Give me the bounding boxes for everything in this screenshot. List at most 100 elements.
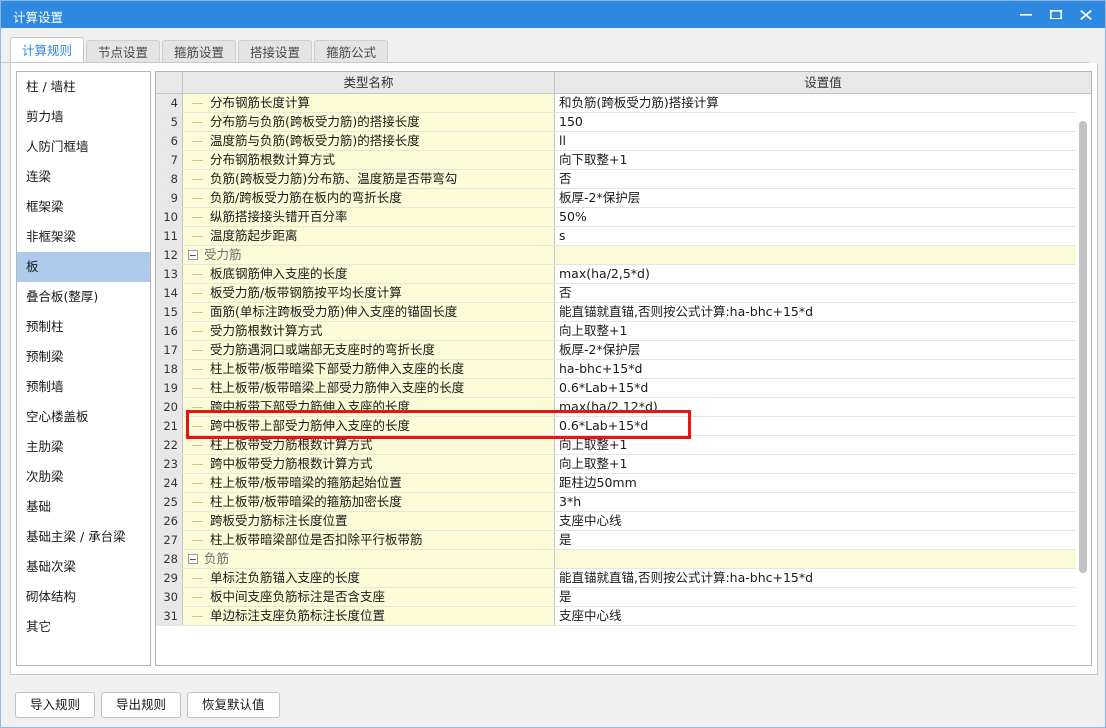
setting-value-cell[interactable]: 否 <box>555 284 1091 302</box>
setting-value-cell[interactable]: 50% <box>555 208 1091 226</box>
setting-value-cell[interactable]: max(ha/2,5*d) <box>555 265 1091 283</box>
export-rules-button[interactable]: 导出规则 <box>101 692 182 718</box>
type-name-cell[interactable]: 跨中板带下部受力筋伸入支座的长度 <box>183 398 555 416</box>
type-name-cell[interactable]: 负筋/跨板受力筋在板内的弯折长度 <box>183 189 555 207</box>
table-row[interactable]: 19 柱上板带/板带暗梁上部受力筋伸入支座的长度 0.6*Lab+15*d <box>156 379 1091 398</box>
table-row[interactable]: 18 柱上板带/板带暗梁下部受力筋伸入支座的长度 ha-bhc+15*d <box>156 360 1091 379</box>
table-row[interactable]: 20 跨中板带下部受力筋伸入支座的长度 max(ha/2,12*d) <box>156 398 1091 417</box>
setting-value-cell[interactable]: 否 <box>555 170 1091 188</box>
table-row[interactable]: 29 单标注负筋锚入支座的长度 能直锚就直锚,否则按公式计算:ha-bhc+15*d <box>156 569 1091 588</box>
type-name-cell[interactable]: 受力筋遇洞口或端部无支座时的弯折长度 <box>183 341 555 359</box>
type-name-cell[interactable]: 受力筋 <box>183 246 555 264</box>
setting-value-cell[interactable]: 能直锚就直锚,否则按公式计算:ha-bhc+15*d <box>555 303 1091 321</box>
table-row[interactable]: 24 柱上板带/板带暗梁的箍筋起始位置 距柱边50mm <box>156 474 1091 493</box>
collapse-minus-icon[interactable] <box>188 554 198 564</box>
tab-0[interactable]: 计算规则 <box>10 37 85 63</box>
sidebar-item-8[interactable]: 预制柱 <box>17 312 150 342</box>
scrollbar-thumb[interactable] <box>1079 121 1087 573</box>
setting-value-cell[interactable]: 向上取整+1 <box>555 436 1091 454</box>
setting-value-cell[interactable]: 是 <box>555 531 1091 549</box>
table-row[interactable]: 11 温度筋起步距离 s <box>156 227 1091 246</box>
table-row[interactable]: 4 分布钢筋长度计算 和负筋(跨板受力筋)搭接计算 <box>156 94 1091 113</box>
setting-value-cell[interactable]: 是 <box>555 588 1091 606</box>
table-row[interactable]: 13 板底钢筋伸入支座的长度 max(ha/2,5*d) <box>156 265 1091 284</box>
setting-value-cell[interactable]: 3*h <box>555 493 1091 511</box>
table-row[interactable]: 6 温度筋与负筋(跨板受力筋)的搭接长度 ll <box>156 132 1091 151</box>
table-row[interactable]: 10 纵筋搭接接头错开百分率 50% <box>156 208 1091 227</box>
sidebar-item-1[interactable]: 剪力墙 <box>17 102 150 132</box>
setting-value-cell[interactable]: 板厚-2*保护层 <box>555 341 1091 359</box>
type-name-cell[interactable]: 面筋(单标注跨板受力筋)伸入支座的锚固长度 <box>183 303 555 321</box>
type-name-cell[interactable]: 柱上板带暗梁部位是否扣除平行板带筋 <box>183 531 555 549</box>
setting-value-cell[interactable]: 向上取整+1 <box>555 322 1091 340</box>
type-name-cell[interactable]: 柱上板带/板带暗梁上部受力筋伸入支座的长度 <box>183 379 555 397</box>
setting-value-cell[interactable]: 能直锚就直锚,否则按公式计算:ha-bhc+15*d <box>555 569 1091 587</box>
type-name-cell[interactable]: 分布钢筋长度计算 <box>183 94 555 112</box>
tab-4[interactable]: 箍筋公式 <box>314 40 389 63</box>
close-button[interactable] <box>1071 1 1101 28</box>
table-row[interactable]: 16 受力筋根数计算方式 向上取整+1 <box>156 322 1091 341</box>
sidebar-item-10[interactable]: 预制墙 <box>17 372 150 402</box>
sidebar-item-15[interactable]: 基础主梁 / 承台梁 <box>17 522 150 552</box>
type-name-cell[interactable]: 分布钢筋根数计算方式 <box>183 151 555 169</box>
setting-value-cell[interactable]: 距柱边50mm <box>555 474 1091 492</box>
table-row[interactable]: 15 面筋(单标注跨板受力筋)伸入支座的锚固长度 能直锚就直锚,否则按公式计算:ha… <box>156 303 1091 322</box>
type-name-cell[interactable]: 柱上板带受力筋根数计算方式 <box>183 436 555 454</box>
setting-value-cell[interactable]: max(ha/2,12*d) <box>555 398 1091 416</box>
type-name-cell[interactable]: 跨板受力筋标注长度位置 <box>183 512 555 530</box>
setting-value-cell[interactable]: 向上取整+1 <box>555 455 1091 473</box>
sidebar-item-9[interactable]: 预制梁 <box>17 342 150 372</box>
setting-value-cell[interactable]: 支座中心线 <box>555 607 1091 625</box>
category-sidebar[interactable]: 柱 / 墙柱 剪力墙 人防门框墙 连梁 框架梁 非框架梁板叠合板(整厚) 预制柱 预制梁 预制墙… <box>16 71 151 666</box>
table-row[interactable]: 5 分布筋与负筋(跨板受力筋)的搭接长度 150 <box>156 113 1091 132</box>
vertical-scrollbar[interactable] <box>1076 95 1090 665</box>
maximize-button[interactable] <box>1041 1 1071 28</box>
setting-value-cell[interactable]: 150 <box>555 113 1091 131</box>
type-name-cell[interactable]: 跨中板带上部受力筋伸入支座的长度 <box>183 417 555 435</box>
minimize-button[interactable] <box>1011 1 1041 28</box>
table-row[interactable]: 21 跨中板带上部受力筋伸入支座的长度 0.6*Lab+15*d <box>156 417 1091 436</box>
type-name-cell[interactable]: 分布筋与负筋(跨板受力筋)的搭接长度 <box>183 113 555 131</box>
table-row[interactable]: 30 板中间支座负筋标注是否含支座 是 <box>156 588 1091 607</box>
sidebar-item-2[interactable]: 人防门框墙 <box>17 132 150 162</box>
table-row[interactable]: 12 受力筋 <box>156 246 1091 265</box>
table-row[interactable]: 25 柱上板带/板带暗梁的箍筋加密长度 3*h <box>156 493 1091 512</box>
sidebar-item-0[interactable]: 柱 / 墙柱 <box>17 72 150 102</box>
setting-value-cell[interactable]: 和负筋(跨板受力筋)搭接计算 <box>555 94 1091 112</box>
sidebar-item-6[interactable]: 板 <box>17 252 150 282</box>
sidebar-item-16[interactable]: 基础次梁 <box>17 552 150 582</box>
type-name-cell[interactable]: 跨中板带受力筋根数计算方式 <box>183 455 555 473</box>
sidebar-item-5[interactable]: 非框架梁 <box>17 222 150 252</box>
setting-value-cell[interactable]: 板厚-2*保护层 <box>555 189 1091 207</box>
sidebar-item-18[interactable]: 其它 <box>17 612 150 642</box>
type-name-cell[interactable]: 负筋(跨板受力筋)分布筋、温度筋是否带弯勾 <box>183 170 555 188</box>
type-name-cell[interactable]: 纵筋搭接接头错开百分率 <box>183 208 555 226</box>
sidebar-item-13[interactable]: 次肋梁 <box>17 462 150 492</box>
tab-1[interactable]: 节点设置 <box>86 40 161 63</box>
type-name-cell[interactable]: 温度筋与负筋(跨板受力筋)的搭接长度 <box>183 132 555 150</box>
table-row[interactable]: 14 板受力筋/板带钢筋按平均长度计算 否 <box>156 284 1091 303</box>
sidebar-item-17[interactable]: 砌体结构 <box>17 582 150 612</box>
import-rules-button[interactable]: 导入规则 <box>15 692 96 718</box>
table-row[interactable]: 26 跨板受力筋标注长度位置 支座中心线 <box>156 512 1091 531</box>
setting-value-cell[interactable]: ll <box>555 132 1091 150</box>
type-name-cell[interactable]: 受力筋根数计算方式 <box>183 322 555 340</box>
setting-value-cell[interactable]: 向下取整+1 <box>555 151 1091 169</box>
type-name-cell[interactable]: 柱上板带/板带暗梁的箍筋加密长度 <box>183 493 555 511</box>
setting-value-cell[interactable] <box>555 246 1091 264</box>
type-name-cell[interactable]: 温度筋起步距离 <box>183 227 555 245</box>
table-row[interactable]: 9 负筋/跨板受力筋在板内的弯折长度 板厚-2*保护层 <box>156 189 1091 208</box>
table-row[interactable]: 31 单边标注支座负筋标注长度位置 支座中心线 <box>156 607 1091 626</box>
type-name-cell[interactable]: 负筋 <box>183 550 555 568</box>
table-row[interactable]: 22 柱上板带受力筋根数计算方式 向上取整+1 <box>156 436 1091 455</box>
type-name-cell[interactable]: 单标注负筋锚入支座的长度 <box>183 569 555 587</box>
setting-value-cell[interactable]: ha-bhc+15*d <box>555 360 1091 378</box>
tab-3[interactable]: 搭接设置 <box>238 40 313 63</box>
table-row[interactable]: 7 分布钢筋根数计算方式 向下取整+1 <box>156 151 1091 170</box>
tab-2[interactable]: 箍筋设置 <box>162 40 237 63</box>
setting-value-cell[interactable]: 支座中心线 <box>555 512 1091 530</box>
type-name-cell[interactable]: 板中间支座负筋标注是否含支座 <box>183 588 555 606</box>
setting-value-cell[interactable]: 0.6*Lab+15*d <box>555 379 1091 397</box>
table-row[interactable]: 17 受力筋遇洞口或端部无支座时的弯折长度 板厚-2*保护层 <box>156 341 1091 360</box>
table-row[interactable]: 23 跨中板带受力筋根数计算方式 向上取整+1 <box>156 455 1091 474</box>
